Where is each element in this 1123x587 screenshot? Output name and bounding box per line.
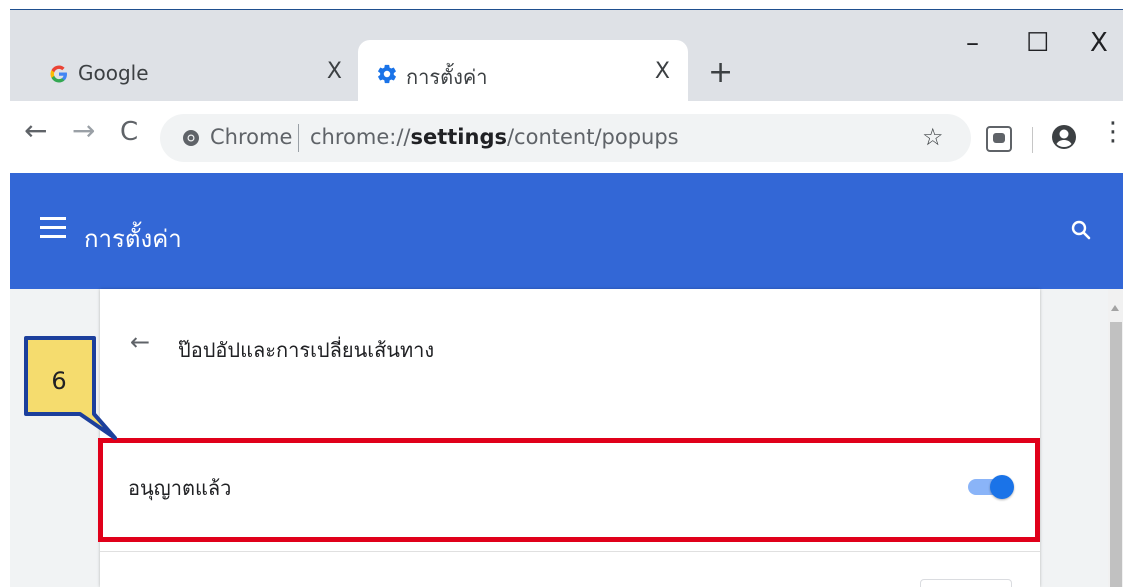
subpage-title: ป๊อปอัปและการเปลี่ยนเส้นทาง bbox=[178, 338, 435, 362]
tab-title: การตั้งค่า bbox=[406, 65, 488, 89]
scroll-up-arrow-icon[interactable] bbox=[1111, 305, 1119, 311]
tab-close-icon[interactable]: X bbox=[327, 59, 342, 84]
omnibox-chip: Chrome bbox=[210, 125, 293, 149]
left-edge bbox=[0, 0, 10, 587]
forward-button[interactable]: → bbox=[72, 117, 95, 145]
new-tab-button[interactable]: + bbox=[708, 58, 733, 88]
url-text[interactable]: chrome://settings/content/popups bbox=[310, 125, 679, 149]
close-window-button[interactable]: X bbox=[1090, 30, 1108, 56]
google-g-icon bbox=[50, 65, 67, 83]
settings-header: การตั้งค่า bbox=[10, 173, 1123, 289]
back-button[interactable]: ← bbox=[24, 117, 47, 145]
tab-close-icon[interactable]: X bbox=[655, 59, 670, 84]
tab-strip: Google X การตั้งค่า X + – ☐ X bbox=[10, 10, 1123, 111]
toolbar: ← → C Chrome chrome://settings/content/p… bbox=[10, 101, 1123, 173]
url-host: settings bbox=[410, 125, 507, 149]
toolbar-divider bbox=[1032, 127, 1033, 153]
chrome-icon bbox=[183, 130, 199, 146]
step-number: 6 bbox=[51, 367, 67, 395]
minimize-button[interactable]: – bbox=[966, 30, 979, 56]
url-prefix: chrome:// bbox=[310, 125, 411, 149]
omnibox-divider bbox=[298, 124, 299, 152]
browser-window: Google X การตั้งค่า X + – ☐ X ← → C Chro… bbox=[0, 0, 1123, 587]
highlight-box bbox=[98, 438, 1040, 542]
scrollbar-thumb[interactable] bbox=[1110, 322, 1122, 587]
tab-title: Google bbox=[78, 61, 149, 85]
menu-hamburger-icon[interactable] bbox=[40, 217, 66, 239]
subpage-back-button[interactable]: ← bbox=[130, 330, 150, 354]
top-edge bbox=[0, 0, 1123, 9]
extension-icon[interactable] bbox=[986, 126, 1012, 152]
bookmark-star-icon[interactable]: ☆ bbox=[922, 125, 944, 149]
partial-button[interactable] bbox=[920, 579, 1012, 587]
search-icon[interactable] bbox=[1070, 219, 1092, 241]
omnibox[interactable]: Chrome chrome://settings/content/popups bbox=[160, 114, 971, 162]
profile-icon[interactable] bbox=[1050, 123, 1078, 151]
url-path: /content/popups bbox=[506, 125, 679, 149]
page-title: การตั้งค่า bbox=[84, 225, 182, 253]
window-border bbox=[10, 9, 1123, 10]
reload-button[interactable]: C bbox=[120, 119, 138, 145]
gear-icon bbox=[378, 64, 396, 84]
row-divider bbox=[100, 551, 1040, 552]
maximize-button[interactable]: ☐ bbox=[1026, 30, 1049, 56]
menu-kebab-icon[interactable]: ⋮ bbox=[1100, 119, 1123, 145]
